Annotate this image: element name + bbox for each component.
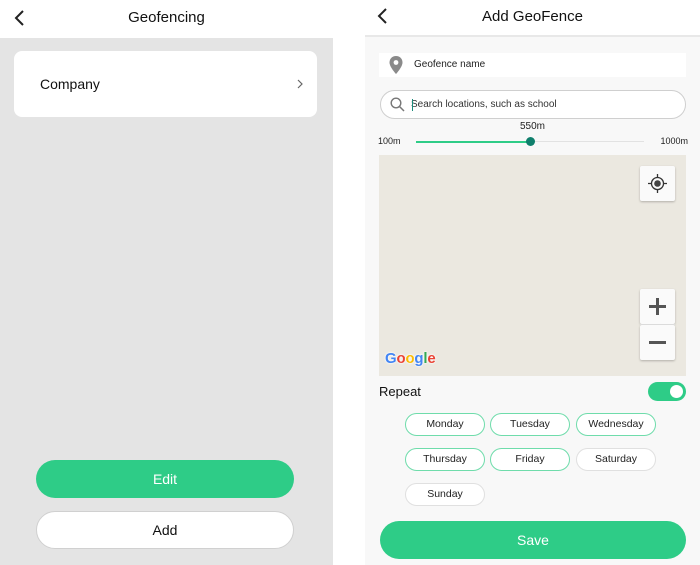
geofence-name-placeholder: Geofence name (414, 59, 486, 70)
day-sunday[interactable]: Sunday (405, 483, 485, 506)
search-icon (390, 97, 405, 112)
radius-value: 550m (519, 121, 545, 132)
location-search[interactable] (380, 90, 686, 119)
search-input[interactable] (411, 95, 671, 114)
geofence-item-label: Company (40, 76, 100, 92)
google-logo-letter: G (385, 350, 397, 367)
geofencing-screen: Geofencing Company Edit Add (0, 0, 333, 565)
day-tuesday[interactable]: Tuesday (490, 413, 570, 436)
radius-slider-fill (416, 140, 530, 143)
edit-button[interactable]: Edit (36, 460, 294, 498)
google-logo: Google (385, 350, 436, 367)
radius-min-label: 100m (378, 136, 401, 146)
map-pin-icon (389, 56, 403, 74)
header: Add GeoFence (365, 0, 700, 37)
geofence-name-field[interactable]: Geofence name (379, 53, 686, 77)
map-view[interactable]: Google (379, 155, 686, 376)
day-friday[interactable]: Friday (490, 448, 570, 471)
day-saturday[interactable]: Saturday (576, 448, 656, 471)
chevron-right-icon (297, 79, 303, 89)
repeat-toggle[interactable] (648, 382, 686, 401)
toggle-knob (670, 385, 683, 398)
locate-button[interactable] (640, 166, 675, 201)
geofence-item-company[interactable]: Company (14, 51, 317, 117)
repeat-label: Repeat (379, 384, 421, 399)
day-thursday[interactable]: Thursday (405, 448, 485, 471)
zoom-in-button[interactable] (640, 289, 675, 324)
page-title: Add GeoFence (482, 8, 583, 25)
zoom-out-button[interactable] (640, 325, 675, 360)
page-title: Geofencing (128, 9, 205, 26)
radius-slider-thumb[interactable] (525, 137, 535, 146)
radius-max-label: 1000m (660, 136, 688, 146)
add-geofence-screen: Add GeoFence Geofence name 550m 100m 100… (365, 0, 700, 565)
add-button[interactable]: Add (36, 511, 294, 549)
day-monday[interactable]: Monday (405, 413, 485, 436)
text-cursor (412, 99, 413, 111)
header: Geofencing (0, 0, 333, 38)
crosshair-icon (648, 174, 667, 193)
save-button[interactable]: Save (380, 521, 686, 559)
radius-slider[interactable] (416, 137, 644, 146)
day-wednesday[interactable]: Wednesday (576, 413, 656, 436)
google-logo-letter: e (427, 350, 436, 367)
